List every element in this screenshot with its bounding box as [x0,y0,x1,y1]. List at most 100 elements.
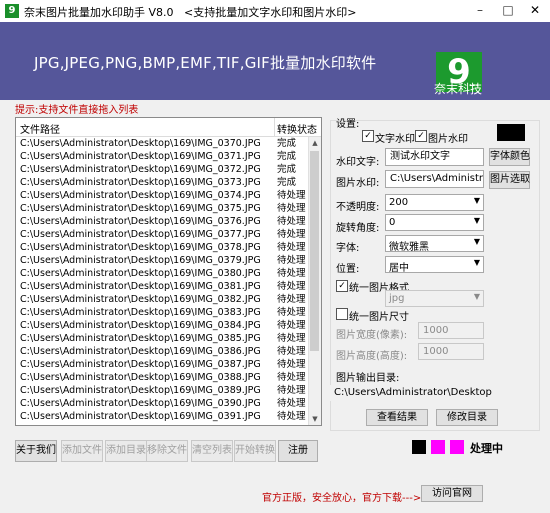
text-watermark-checkbox[interactable]: ✓ [362,130,374,142]
file-path-cell: C:\Users\Administrator\Desktop\169\IMG_0… [20,359,261,370]
about-button[interactable]: 关于我们 [15,440,57,462]
title-bar: 9 奈末图片批量加水印助手 V8.0 <支持批量加文字水印和图片水印> – □ … [0,0,550,23]
add-directory-button[interactable]: 添加目录 [105,440,147,462]
table-row[interactable]: C:\Users\Administrator\Desktop\169\IMG_0… [16,293,308,306]
rotation-select[interactable]: 0 ▼ [385,214,484,231]
table-row[interactable]: C:\Users\Administrator\Desktop\169\IMG_0… [16,384,308,397]
unify-size-checkbox[interactable] [336,308,348,320]
status-cell: 待处理 [277,346,306,357]
file-path-cell: C:\Users\Administrator\Desktop\169\IMG_0… [20,385,261,396]
table-row[interactable]: C:\Users\Administrator\Desktop\169\IMG_0… [16,202,308,215]
file-path-cell: C:\Users\Administrator\Desktop\169\IMG_0… [20,203,261,214]
start-convert-button[interactable]: 开始转换 [234,440,276,462]
banner-title: JPG,JPEG,PNG,BMP,EMF,TIF,GIF批量加水印软件 [34,54,377,72]
image-watermark-path-input[interactable]: C:\Users\Administrator\ [385,170,484,188]
table-row[interactable]: C:\Users\Administrator\Desktop\169\IMG_0… [16,150,308,163]
table-row[interactable]: C:\Users\Administrator\Desktop\169\IMG_0… [16,254,308,267]
file-path-cell: C:\Users\Administrator\Desktop\169\IMG_0… [20,398,261,409]
table-row[interactable]: C:\Users\Administrator\Desktop\169\IMG_0… [16,345,308,358]
minimize-button[interactable]: – [466,0,494,21]
status-cell: 完成 [277,138,297,149]
clear-list-button[interactable]: 清空列表 [191,440,233,462]
table-row[interactable]: C:\Users\Administrator\Desktop\169\IMG_0… [16,358,308,371]
file-path-cell: C:\Users\Administrator\Desktop\169\IMG_0… [20,411,261,422]
status-cell: 待处理 [277,229,306,240]
add-file-button[interactable]: 添加文件 [61,440,103,462]
scroll-up-icon[interactable]: ▲ [309,137,321,149]
image-watermark-label[interactable]: 图片水印 [428,130,468,145]
column-header-path[interactable]: 文件路径 [20,121,60,136]
file-path-cell: C:\Users\Administrator\Desktop\169\IMG_0… [20,320,261,331]
window-subtitle: <支持批量加文字水印和图片水印> [184,6,357,19]
file-path-cell: C:\Users\Administrator\Desktop\169\IMG_0… [20,151,261,162]
table-row[interactable]: C:\Users\Administrator\Desktop\169\IMG_0… [16,215,308,228]
file-path-cell: C:\Users\Administrator\Desktop\169\IMG_0… [20,268,261,279]
status-cell: 完成 [277,164,297,175]
watermark-text-label: 水印文字: [336,157,380,168]
image-watermark-checkbox[interactable]: ✓ [415,130,427,142]
select-image-button[interactable]: 图片选取 [489,171,530,189]
scroll-down-icon[interactable]: ▼ [309,413,321,425]
column-header-status[interactable]: 转换状态 [277,121,317,136]
table-row[interactable]: C:\Users\Administrator\Desktop\169\IMG_0… [16,306,308,319]
app-icon: 9 [5,4,19,18]
status-cell: 待处理 [277,398,306,409]
width-label: 图片宽度(像素): [336,330,408,341]
list-rows: C:\Users\Administrator\Desktop\169\IMG_0… [16,137,308,423]
table-row[interactable]: C:\Users\Administrator\Desktop\169\IMG_0… [16,267,308,280]
table-row[interactable]: C:\Users\Administrator\Desktop\169\IMG_0… [16,319,308,332]
width-input[interactable]: 1000 [418,322,484,339]
format-select[interactable]: jpg ▼ [385,290,484,307]
file-path-cell: C:\Users\Administrator\Desktop\169\IMG_0… [20,346,261,357]
table-row[interactable]: C:\Users\Administrator\Desktop\169\IMG_0… [16,241,308,254]
status-cell: 待处理 [277,294,306,305]
remove-file-button[interactable]: 移除文件 [146,440,188,462]
status-cell: 待处理 [277,190,306,201]
unify-format-checkbox[interactable]: ✓ [336,280,348,292]
file-path-cell: C:\Users\Administrator\Desktop\169\IMG_0… [20,177,261,188]
font-color-button[interactable]: 字体颜色 [489,148,530,166]
view-result-button[interactable]: 查看结果 [366,409,428,426]
close-button[interactable]: ✕ [520,0,550,21]
status-swatch-3 [450,440,464,454]
footer-promo: 官方正版，安全放心，官方下载--->> [262,493,430,504]
height-input[interactable]: 1000 [418,343,484,360]
font-color-swatch [497,124,525,141]
table-row[interactable]: C:\Users\Administrator\Desktop\169\IMG_0… [16,371,308,384]
table-row[interactable]: C:\Users\Administrator\Desktop\169\IMG_0… [16,280,308,293]
scroll-thumb[interactable] [310,151,319,351]
status-cell: 完成 [277,151,297,162]
opacity-select[interactable]: 200 ▼ [385,194,484,211]
table-row[interactable]: C:\Users\Administrator\Desktop\169\IMG_0… [16,228,308,241]
maximize-button[interactable]: □ [494,0,522,21]
register-button[interactable]: 注册 [278,440,318,462]
file-list[interactable]: 文件路径 转换状态 C:\Users\Administrator\Desktop… [15,117,322,426]
table-row[interactable]: C:\Users\Administrator\Desktop\169\IMG_0… [16,189,308,202]
visit-site-button[interactable]: 访问官网 [421,485,483,502]
table-row[interactable]: C:\Users\Administrator\Desktop\169\IMG_0… [16,410,308,423]
settings-title: 设置: [336,119,360,130]
table-row[interactable]: C:\Users\Administrator\Desktop\169\IMG_0… [16,137,308,150]
table-row[interactable]: C:\Users\Administrator\Desktop\169\IMG_0… [16,332,308,345]
unify-size-label[interactable]: 统一图片尺寸 [349,308,409,323]
vertical-scrollbar[interactable]: ▲ ▼ [308,137,321,425]
status-swatch-2 [431,440,445,454]
position-select[interactable]: 居中 ▼ [385,256,484,274]
table-row[interactable]: C:\Users\Administrator\Desktop\169\IMG_0… [16,397,308,410]
font-select[interactable]: 微软雅黑 ▼ [385,235,484,253]
table-row[interactable]: C:\Users\Administrator\Desktop\169\IMG_0… [16,163,308,176]
status-swatch-1 [412,440,426,454]
status-cell: 待处理 [277,320,306,331]
chevron-down-icon: ▼ [473,216,480,225]
text-watermark-label[interactable]: 文字水印 [375,130,415,145]
change-directory-button[interactable]: 修改目录 [436,409,498,426]
output-dir-value: C:\Users\Administrator\Desktop [329,385,537,401]
chevron-down-icon: ▼ [473,258,480,267]
rotation-label: 旋转角度: [336,223,380,234]
chevron-down-icon: ▼ [473,292,480,301]
table-row[interactable]: C:\Users\Administrator\Desktop\169\IMG_0… [16,176,308,189]
header-banner: JPG,JPEG,PNG,BMP,EMF,TIF,GIF批量加水印软件 9...… [0,22,550,100]
status-cell: 待处理 [277,242,306,253]
status-cell: 待处理 [277,255,306,266]
watermark-text-input[interactable]: 测试水印文字 [385,148,484,166]
